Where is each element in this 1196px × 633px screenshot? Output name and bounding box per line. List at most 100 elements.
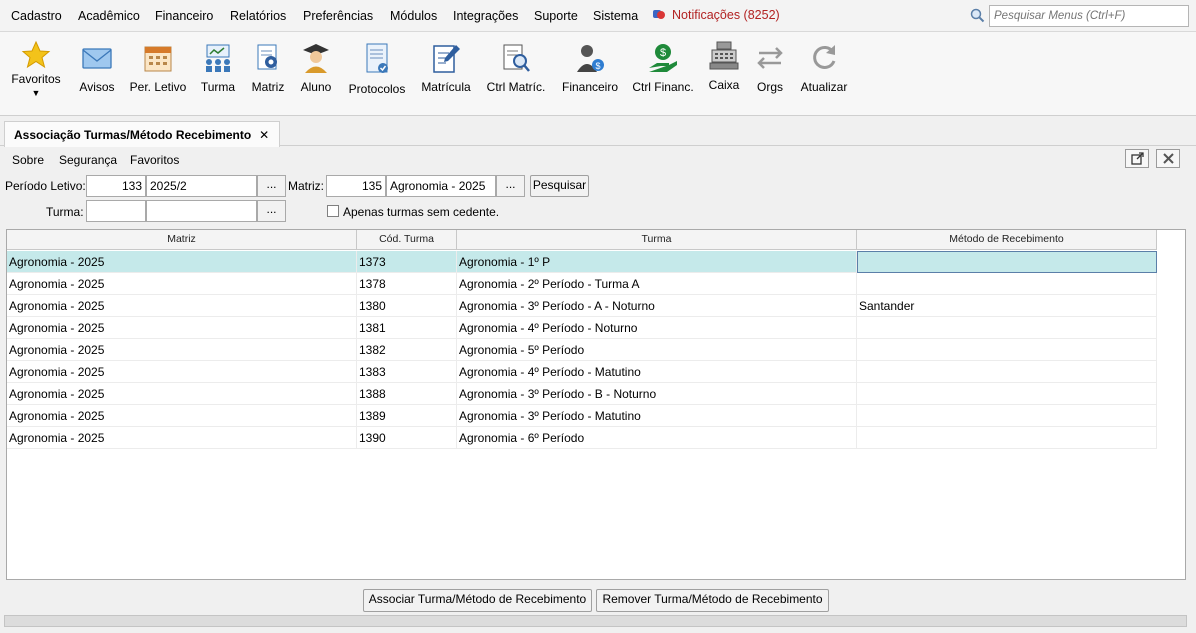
- table-row[interactable]: Agronomia - 2025 1388 Agronomia - 3º Per…: [7, 383, 1157, 405]
- turma-code-field[interactable]: [86, 200, 146, 222]
- toolbar-matricula-button[interactable]: Matrícula: [418, 42, 474, 94]
- cell-matriz: Agronomia - 2025: [7, 273, 357, 295]
- periodo-code-field[interactable]: 133: [86, 175, 146, 197]
- cell-turma: Agronomia - 3º Período - A - Noturno: [457, 295, 857, 317]
- apenas-turmas-checkbox[interactable]: [327, 205, 339, 217]
- close-window-button[interactable]: [1156, 149, 1180, 168]
- cell-metodo[interactable]: [857, 361, 1157, 383]
- toolbar-favoritos-button[interactable]: Favoritos ▼: [10, 40, 62, 98]
- star-icon: [21, 40, 51, 69]
- table-row[interactable]: Agronomia - 2025 1381 Agronomia - 4º Per…: [7, 317, 1157, 339]
- column-header-metodo[interactable]: Método de Recebimento: [857, 230, 1157, 250]
- cell-metodo[interactable]: [857, 339, 1157, 361]
- table-row[interactable]: Agronomia - 2025 1380 Agronomia - 3º Per…: [7, 295, 1157, 317]
- toolbar-ctrl-matric-label: Ctrl Matríc.: [486, 80, 546, 94]
- close-icon: [1162, 153, 1174, 164]
- submenu-favoritos[interactable]: Favoritos: [130, 153, 179, 167]
- submenu-sobre[interactable]: Sobre: [12, 153, 44, 167]
- toolbar-caixa-label: Caixa: [708, 78, 740, 92]
- table-row[interactable]: Agronomia - 2025 1373 Agronomia - 1º P: [7, 251, 1157, 273]
- toolbar-aluno-button[interactable]: Aluno: [297, 42, 335, 94]
- toolbar-turma-label: Turma: [200, 80, 236, 94]
- column-header-turma[interactable]: Turma: [457, 230, 857, 250]
- calendar-icon: [144, 46, 172, 72]
- menu-relatorios[interactable]: Relatórios: [230, 9, 286, 23]
- cell-cod-turma: 1388: [357, 383, 457, 405]
- periodo-letivo-label: Período Letivo:: [5, 179, 86, 193]
- cell-metodo[interactable]: [857, 383, 1157, 405]
- menu-suporte[interactable]: Suporte: [534, 9, 578, 23]
- cell-metodo[interactable]: [857, 251, 1157, 273]
- tab-strip: Associação Turmas/Método Recebimento ✕: [0, 118, 1196, 147]
- periodo-lookup-button[interactable]: ...: [257, 175, 286, 197]
- menu-academico[interactable]: Acadêmico: [78, 9, 140, 23]
- toolbar-orgs-button[interactable]: Orgs: [754, 42, 786, 94]
- associar-turma-metodo-button[interactable]: Associar Turma/Método de Recebimento: [363, 589, 592, 612]
- cell-turma: Agronomia - 3º Período - B - Noturno: [457, 383, 857, 405]
- cell-cod-turma: 1381: [357, 317, 457, 339]
- toolbar-protocolos-label: Protocolos: [348, 82, 406, 96]
- cell-cod-turma: 1373: [357, 251, 457, 273]
- notifications-label: Notificações (8252): [672, 8, 780, 22]
- popout-button[interactable]: [1125, 149, 1149, 168]
- table-row[interactable]: Agronomia - 2025 1390 Agronomia - 6º Per…: [7, 427, 1157, 449]
- matriz-label: Matriz:: [288, 179, 324, 193]
- cell-metodo[interactable]: [857, 405, 1157, 427]
- money-person-icon: $: [577, 45, 604, 72]
- toolbar-ctrl-financ-label: Ctrl Financ.: [632, 80, 694, 94]
- submenu-seguranca[interactable]: Segurança: [59, 153, 117, 167]
- table-row[interactable]: Agronomia - 2025 1378 Agronomia - 2º Per…: [7, 273, 1157, 295]
- table-row[interactable]: Agronomia - 2025 1389 Agronomia - 3º Per…: [7, 405, 1157, 427]
- toolbar-financeiro-button[interactable]: $ Financeiro: [560, 42, 620, 94]
- turma-label: Turma:: [46, 205, 84, 219]
- cash-hand-icon: $: [649, 44, 677, 72]
- menu-cadastro[interactable]: Cadastro: [11, 9, 62, 23]
- toolbar-per-letivo-button[interactable]: Per. Letivo: [128, 42, 188, 94]
- matriz-name-field[interactable]: Agronomia - 2025: [386, 175, 496, 197]
- tab-associacao-turmas[interactable]: Associação Turmas/Método Recebimento ✕: [4, 121, 281, 147]
- cell-metodo[interactable]: Santander: [857, 295, 1157, 317]
- cell-turma: Agronomia - 4º Período - Noturno: [457, 317, 857, 339]
- cell-metodo[interactable]: [857, 273, 1157, 295]
- toolbar-ctrl-financ-button[interactable]: $ Ctrl Financ.: [632, 42, 694, 94]
- toolbar-protocolos-button[interactable]: Protocolos: [346, 42, 408, 96]
- cell-matriz: Agronomia - 2025: [7, 295, 357, 317]
- notifications-link[interactable]: Notificações (8252): [652, 8, 780, 22]
- menu-integracoes[interactable]: Integrações: [453, 9, 518, 23]
- turma-lookup-button[interactable]: ...: [257, 200, 286, 222]
- table-row[interactable]: Agronomia - 2025 1383 Agronomia - 4º Per…: [7, 361, 1157, 383]
- toolbar-orgs-label: Orgs: [756, 80, 783, 94]
- external-window-icon: [1130, 152, 1144, 165]
- table-row[interactable]: Agronomia - 2025 1382 Agronomia - 5º Per…: [7, 339, 1157, 361]
- matriz-code-field[interactable]: 135: [326, 175, 386, 197]
- horizontal-scrollbar[interactable]: [4, 615, 1187, 627]
- svg-text:$: $: [660, 47, 666, 59]
- cell-metodo[interactable]: [857, 427, 1157, 449]
- pesquisar-button[interactable]: Pesquisar: [530, 175, 589, 197]
- refresh-icon: [813, 45, 836, 69]
- cell-matriz: Agronomia - 2025: [7, 251, 357, 273]
- toolbar-avisos-button[interactable]: Avisos: [78, 42, 116, 94]
- cash-register-icon: [709, 41, 739, 70]
- cell-metodo[interactable]: [857, 317, 1157, 339]
- remover-turma-metodo-button[interactable]: Remover Turma/Método de Recebimento: [596, 589, 829, 612]
- menu-sistema[interactable]: Sistema: [593, 9, 638, 23]
- column-header-matriz[interactable]: Matriz: [7, 230, 357, 250]
- notification-icon: [653, 10, 665, 19]
- column-header-cod-turma[interactable]: Cód. Turma: [357, 230, 457, 250]
- search-input[interactable]: [989, 5, 1189, 27]
- menu-modulos[interactable]: Módulos: [390, 9, 437, 23]
- menu-financeiro[interactable]: Financeiro: [155, 9, 213, 23]
- toolbar-caixa-button[interactable]: Caixa: [706, 40, 742, 92]
- toolbar-atualizar-button[interactable]: Atualizar: [799, 42, 849, 94]
- matriz-lookup-button[interactable]: ...: [496, 175, 525, 197]
- toolbar-aluno-label: Aluno: [300, 80, 332, 94]
- periodo-name-field[interactable]: 2025/2: [146, 175, 257, 197]
- toolbar-ctrl-matric-button[interactable]: Ctrl Matríc.: [484, 42, 548, 94]
- turma-name-field[interactable]: [146, 200, 257, 222]
- classroom-icon: [206, 44, 230, 72]
- toolbar-turma-button[interactable]: Turma: [199, 42, 237, 94]
- toolbar-matriz-button[interactable]: Matriz: [249, 42, 287, 94]
- close-icon[interactable]: ✕: [259, 128, 269, 142]
- menu-preferencias[interactable]: Preferências: [303, 9, 373, 23]
